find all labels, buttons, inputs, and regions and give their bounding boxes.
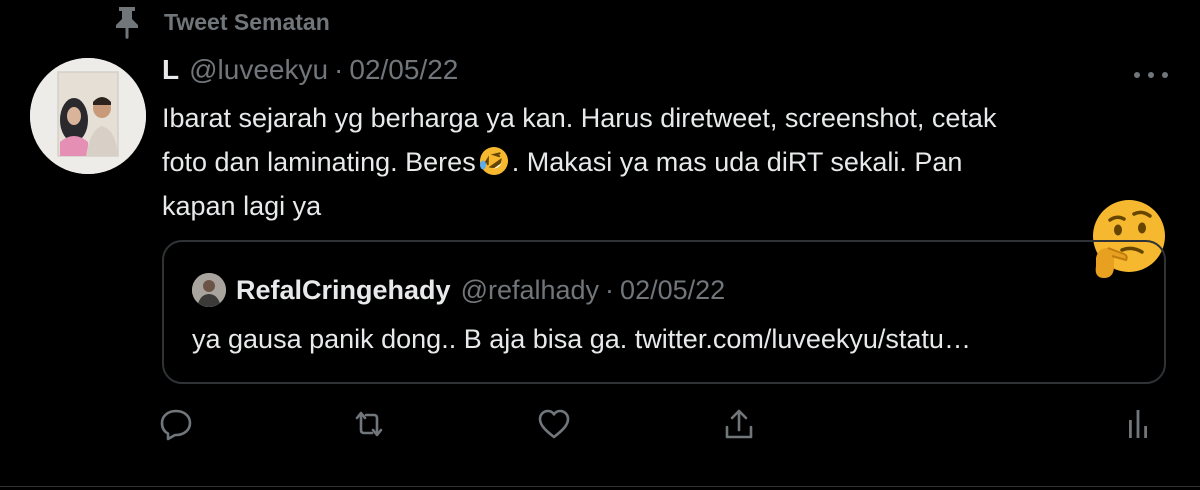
avatar-photo (30, 58, 146, 174)
quoted-author-handle: @refalhady (460, 274, 600, 305)
tweet-date[interactable]: 02/05/22 (349, 54, 458, 86)
header-separator: · (334, 54, 344, 85)
quoted-author-avatar (192, 273, 226, 307)
analytics-icon (1129, 410, 1147, 438)
quoted-tweet-text: ya gausa panik dong.. B aja bisa ga. twi… (192, 324, 971, 354)
author-name[interactable]: L (162, 54, 179, 86)
retweet-button[interactable] (351, 406, 387, 442)
bottom-divider (0, 486, 1200, 487)
heart-icon (538, 409, 570, 439)
tweet-text-line: foto dan laminating. Beres . Makasi ya m… (162, 140, 1162, 184)
pinned-label: Tweet Sematan (164, 8, 330, 35)
author-handle[interactable]: @luveekyu (189, 54, 328, 86)
tweet-text-line: Ibarat sejarah yg berharga ya kan. Harus… (162, 103, 997, 133)
author-avatar[interactable] (30, 58, 146, 174)
tweet-text-segment: foto dan laminating. Beres (162, 147, 476, 177)
quoted-author-name: RefalCringehady (236, 274, 451, 305)
quoted-tweet-header: RefalCringehady @refalhady · 02/05/22 (192, 272, 725, 308)
tweet-text-line: kapan lagi ya (162, 191, 322, 221)
reply-icon (160, 409, 192, 441)
retweet-icon (355, 411, 383, 437)
tweet-text-segment: . Makasi ya mas uda diRT sekali. Pan (511, 147, 963, 177)
reply-button[interactable] (158, 406, 194, 442)
tweet-header: L @luveekyu · 02/05/22 (162, 52, 458, 88)
share-icon (725, 409, 753, 439)
tweet-text: Ibarat sejarah yg berharga ya kan. Harus… (162, 96, 1162, 228)
rolling-on-floor-laughing-icon (479, 147, 508, 175)
quoted-tweet-card[interactable]: RefalCringehady @refalhady · 02/05/22 ya… (162, 240, 1166, 384)
analytics-button[interactable] (1120, 406, 1156, 442)
pinned-indicator: Tweet Sematan (112, 4, 330, 40)
quoted-header-separator: · (605, 274, 615, 305)
more-options-icon[interactable] (1128, 60, 1174, 90)
share-button[interactable] (721, 406, 757, 442)
quoted-tweet-date: 02/05/22 (620, 274, 726, 305)
like-button[interactable] (536, 406, 572, 442)
pin-icon (116, 7, 138, 39)
